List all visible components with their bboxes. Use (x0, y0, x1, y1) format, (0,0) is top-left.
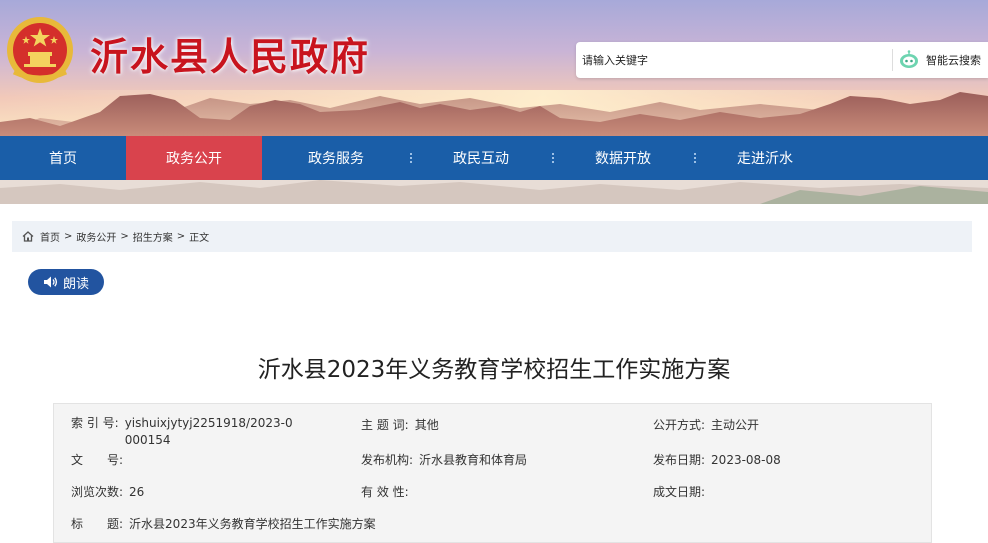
info-subject-label: 标 题: (71, 517, 124, 531)
nav-item-government-affairs[interactable]: 政务公开 (126, 136, 262, 180)
breadcrumb-current: 正文 (189, 233, 210, 244)
home-icon (22, 231, 34, 242)
breadcrumb: 首页 > 政务公开 > 招生方案 > 正文 (12, 221, 972, 252)
info-subject-value: 沂水县2023年义务教育学校招生工作实施方案 (129, 517, 376, 531)
article-title: 沂水县2023年义务教育学校招生工作实施方案 (257, 357, 731, 383)
info-open-method-label: 公开方式: (653, 418, 706, 432)
info-publish-date-label: 发布日期: (653, 453, 706, 467)
nav-item-government-services[interactable]: 政务服务 (262, 136, 412, 180)
document-info-table: 索 引 号: yishuixjytyj2251918/2023-0000154 … (53, 403, 932, 543)
read-aloud-label: 朗读 (62, 276, 89, 292)
info-publisher-value: 沂水县教育和体育局 (419, 453, 528, 467)
info-publish-date-value: 2023-08-08 (711, 453, 781, 467)
info-index-value: yishuixjytyj2251918/2023-0000154 (124, 416, 293, 447)
info-topic-value: 其他 (414, 418, 439, 432)
nav-item-label: 数据开放 (595, 151, 651, 167)
info-validity-label: 有 效 性: (361, 485, 409, 499)
search-box: 智能云搜索 (576, 42, 988, 78)
nav-item-label: 走进沂水 (737, 151, 793, 167)
smart-search-label: 智能云搜索 (926, 54, 981, 67)
main-nav: 首页 政务公开 政务服务 政民互动 数据开放 走进沂水 (0, 136, 988, 180)
speaker-icon (43, 276, 58, 288)
breadcrumb-separator: > (176, 231, 186, 242)
info-publish-date: 发布日期: 2023-08-08 (653, 452, 781, 469)
breadcrumb-enrollment-plan[interactable]: 招生方案 (133, 229, 173, 244)
site-title: 沂水县人民政府 (90, 34, 371, 79)
info-publisher: 发布机构: 沂水县教育和体育局 (361, 452, 527, 469)
read-aloud-button[interactable]: 朗读 (28, 269, 104, 295)
info-publisher-label: 发布机构: (361, 453, 414, 467)
nav-item-open-data[interactable]: 数据开放 (552, 136, 696, 180)
national-emblem-icon (7, 17, 73, 83)
search-divider (892, 49, 893, 71)
nav-item-interaction[interactable]: 政民互动 (410, 136, 554, 180)
breadcrumb-government-affairs[interactable]: 政务公开 (76, 229, 116, 244)
breadcrumb-separator: > (64, 231, 73, 242)
info-created-date: 成文日期: (653, 484, 711, 501)
search-input[interactable] (582, 50, 882, 70)
info-index-label: 索 引 号: (71, 416, 119, 430)
info-doc-no: 文 号: (71, 452, 129, 469)
nav-item-about-yishui[interactable]: 走进沂水 (694, 136, 836, 180)
info-topic-label: 主 题 词: (361, 418, 409, 432)
info-validity: 有 效 性: (361, 484, 415, 501)
info-views-label: 浏览次数: (71, 485, 124, 499)
nav-item-label: 政务服务 (308, 151, 364, 167)
info-open-method: 公开方式: 主动公开 (653, 417, 759, 434)
nav-item-label: 首页 (49, 151, 77, 167)
robot-icon (900, 50, 918, 68)
info-index: 索 引 号: yishuixjytyj2251918/2023-0000154 (71, 415, 331, 449)
info-doc-no-label: 文 号: (71, 453, 124, 467)
info-views: 浏览次数: 26 (71, 484, 144, 501)
info-open-method-value: 主动公开 (711, 418, 760, 432)
nav-item-label: 政民互动 (453, 151, 509, 167)
info-subject: 标 题: 沂水县2023年义务教育学校招生工作实施方案 (71, 516, 376, 533)
breadcrumb-home[interactable]: 首页 (40, 229, 60, 244)
info-topic: 主 题 词: 其他 (361, 417, 439, 434)
breadcrumb-separator: > (120, 231, 129, 242)
nav-item-label: 政务公开 (166, 151, 222, 167)
smart-search-button[interactable]: 智能云搜索 (898, 48, 981, 72)
info-views-value: 26 (129, 485, 145, 499)
nav-item-home[interactable]: 首页 (0, 136, 128, 180)
info-created-label: 成文日期: (653, 485, 706, 499)
